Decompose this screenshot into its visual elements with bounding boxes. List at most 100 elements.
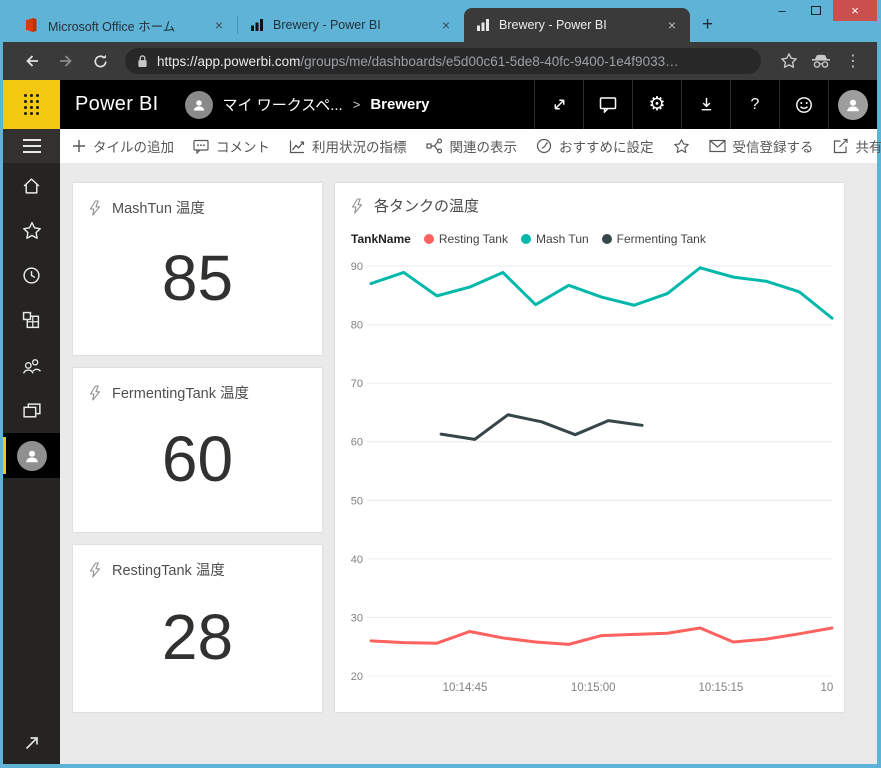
smiley-icon <box>796 96 812 113</box>
download-button[interactable] <box>681 80 730 129</box>
svg-text:80: 80 <box>351 320 363 332</box>
browser-toolbar: https://app.powerbi.com/groups/me/dashbo… <box>3 42 877 80</box>
tab-close-icon[interactable]: × <box>211 17 227 33</box>
address-bar[interactable]: https://app.powerbi.com/groups/me/dashbo… <box>125 48 761 74</box>
fullscreen-button[interactable] <box>534 80 583 129</box>
svg-text:90: 90 <box>351 261 363 273</box>
back-arrow-icon <box>26 55 38 67</box>
add-tile-label: タイルの追加 <box>93 140 174 155</box>
breadcrumb-workspace[interactable]: マイ ワークスペ... <box>223 94 343 115</box>
left-nav <box>3 129 60 764</box>
nav-menu-toggle[interactable] <box>3 129 60 163</box>
breadcrumb: マイ ワークスペ... > Brewery <box>184 90 430 119</box>
comment-button[interactable]: コメント <box>193 136 270 156</box>
app-launcher-button[interactable] <box>3 80 60 129</box>
nav-apps[interactable] <box>3 298 60 343</box>
favorite-button[interactable] <box>673 138 690 155</box>
share-button[interactable]: 共有 <box>833 136 881 156</box>
svg-text:40: 40 <box>351 554 363 566</box>
window-controls: – × <box>765 0 877 21</box>
legend-dot <box>423 234 434 244</box>
subscribe-button[interactable]: 受信登録する <box>708 136 814 156</box>
svg-text:20: 20 <box>351 671 363 683</box>
nav-my-workspace[interactable] <box>3 433 60 478</box>
tab-close-icon[interactable]: × <box>438 17 454 33</box>
envelope-icon <box>708 139 726 153</box>
person-icon <box>847 99 859 111</box>
nav-home[interactable] <box>3 163 60 208</box>
dashboard-action-bar: タイルの追加 コメント 利用状況の指標 関連の表示 おすすめに設定 受信登録する… <box>60 129 881 163</box>
set-featured-button[interactable]: おすすめに設定 <box>536 136 654 156</box>
nav-workspaces[interactable] <box>3 388 60 433</box>
new-tab-button[interactable]: + <box>690 14 725 42</box>
powerbi-logo[interactable]: Power BI <box>75 93 159 116</box>
tile-value: 85 <box>161 241 234 314</box>
series-line-mash-tun <box>369 266 834 320</box>
minimize-button[interactable]: – <box>765 0 799 20</box>
tab-brewery-2-active[interactable]: Brewery - Power BI × <box>464 8 690 42</box>
close-button[interactable]: × <box>833 0 877 21</box>
nav-recent[interactable] <box>3 253 60 298</box>
incognito-icon <box>812 54 830 68</box>
tab-office-home[interactable]: Microsoft Office ホーム × <box>11 8 237 42</box>
nav-favorites[interactable] <box>3 208 60 253</box>
url-text: https://app.powerbi.com/groups/me/dashbo… <box>157 54 679 69</box>
powerbi-header: Power BI マイ ワークスペ... > Brewery ⚙ ? <box>3 80 877 129</box>
collapse-nav-button[interactable] <box>3 734 60 752</box>
browser-window: Microsoft Office ホーム × Brewery - Power B… <box>0 0 881 768</box>
chart-legend: TankName Resting Tank Mash Tun Fermenting … <box>351 232 834 246</box>
tile-header: RestingTank 温度 <box>89 559 306 580</box>
breadcrumb-dashboard[interactable]: Brewery <box>370 96 429 113</box>
settings-button[interactable]: ⚙ <box>632 80 681 129</box>
maximize-button[interactable] <box>799 0 833 20</box>
series-line-resting-tank <box>369 626 834 646</box>
comments-button[interactable] <box>583 80 632 129</box>
tile-restingtank[interactable]: RestingTank 温度 28 <box>73 545 322 712</box>
svg-text:10: 10 <box>821 682 834 694</box>
tile-tank-temperature-chart[interactable]: 各タンクの温度 TankName Resting Tank Mash Tun Fer… <box>335 183 844 712</box>
help-button[interactable]: ? <box>730 80 779 129</box>
reload-button[interactable] <box>83 46 117 76</box>
star-icon <box>781 53 797 68</box>
feedback-button[interactable] <box>779 80 828 129</box>
tile-mashtun[interactable]: MashTun 温度 85 <box>73 183 322 355</box>
incognito-badge <box>805 53 837 69</box>
workspace-avatar <box>16 440 47 471</box>
set-featured-label: おすすめに設定 <box>559 140 654 155</box>
tab-close-icon[interactable]: × <box>664 17 680 33</box>
add-tile-button[interactable]: タイルの追加 <box>72 136 174 156</box>
legend-item: Fermenting Tank <box>601 232 706 246</box>
tab-strip: Microsoft Office ホーム × Brewery - Power B… <box>3 0 725 42</box>
legend-label: Resting Tank <box>438 232 508 246</box>
nav-shared-with-me[interactable] <box>3 343 60 388</box>
tile-title: RestingTank 温度 <box>112 563 225 579</box>
dashboard-page: タイルの追加 コメント 利用状況の指標 関連の表示 おすすめに設定 受信登録する… <box>60 129 881 764</box>
chart-header: 各タンクの温度 <box>345 195 834 216</box>
question-mark-icon: ? <box>750 95 760 113</box>
browser-menu-button[interactable]: ⋮ <box>837 51 869 71</box>
tile-fermentingtank[interactable]: FermentingTank 温度 60 <box>73 368 322 532</box>
forward-button[interactable] <box>49 46 83 76</box>
legend-item: Resting Tank <box>423 232 508 246</box>
usage-metrics-button[interactable]: 利用状況の指標 <box>289 136 407 156</box>
streaming-lightning-icon <box>351 197 363 214</box>
comment-bubble-icon <box>193 139 209 154</box>
comment-bubble-icon <box>599 97 617 113</box>
svg-text:70: 70 <box>351 378 363 390</box>
tile-header: MashTun 温度 <box>89 197 306 218</box>
account-button[interactable] <box>828 80 877 129</box>
view-related-button[interactable]: 関連の表示 <box>425 136 517 156</box>
tab-brewery-1[interactable]: Brewery - Power BI × <box>238 8 464 42</box>
back-button[interactable] <box>15 46 49 76</box>
star-icon <box>22 221 41 239</box>
svg-text:60: 60 <box>351 437 363 449</box>
workspace-avatar[interactable] <box>184 90 213 119</box>
chart-title: 各タンクの温度 <box>374 198 480 215</box>
tab-title: Brewery - Power BI <box>499 18 607 32</box>
bookmark-star-button[interactable] <box>773 52 805 70</box>
powerbi-bars-icon <box>251 19 263 31</box>
home-icon <box>23 177 40 194</box>
clock-icon <box>23 267 40 284</box>
usage-metrics-label: 利用状況の指標 <box>312 140 407 155</box>
streaming-lightning-icon <box>89 561 101 578</box>
